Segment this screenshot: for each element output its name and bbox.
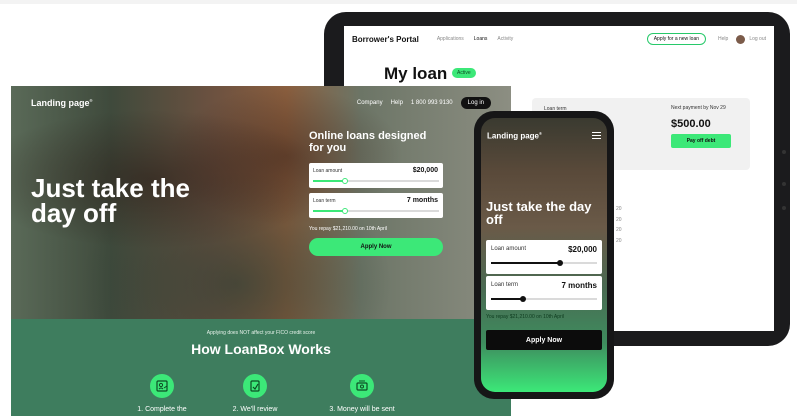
- repay-text: You repay $21,210.00 on 10th April: [486, 314, 564, 320]
- phone-loan-term-field[interactable]: Loan term 7 months: [486, 276, 602, 310]
- logout-link[interactable]: Log out: [749, 36, 766, 42]
- top-strip: [0, 0, 797, 4]
- landing-page: Landing page® Company Help 1 800 993 913…: [11, 86, 511, 416]
- nav-help[interactable]: Help: [718, 36, 728, 42]
- slider-fill: [313, 180, 345, 182]
- loan-term-slider[interactable]: [313, 208, 439, 214]
- loan-term-value: 7 months: [561, 281, 597, 290]
- phone-screen: Landing page® Just take the day off Loan…: [481, 118, 607, 392]
- loan-term-label: Loan term: [491, 282, 519, 288]
- loan-amount-label: Loan amount: [491, 246, 527, 252]
- partial-value: 20: [616, 227, 622, 233]
- loan-amount-slider[interactable]: [313, 178, 439, 184]
- slider-handle[interactable]: [519, 296, 526, 302]
- landing-logo-text: Landing page: [31, 98, 90, 108]
- fico-note: Applying does NOT affect your FICO credi…: [206, 330, 316, 336]
- how-it-works-title: How LoanBox Works: [191, 341, 331, 357]
- partial-value: 20: [616, 237, 622, 244]
- portal-logo[interactable]: Borrower's Portal: [352, 35, 419, 44]
- portal-nav: Borrower's Portal Applications Loans Act…: [344, 26, 774, 52]
- how-it-works-section: Applying does NOT affect your FICO credi…: [11, 319, 511, 416]
- review-icon: [243, 374, 267, 398]
- nav-applications[interactable]: Applications: [437, 36, 464, 42]
- phone-loan-amount-field[interactable]: Loan amount $20,000: [486, 240, 602, 274]
- apply-now-button[interactable]: Apply Now: [486, 330, 602, 350]
- marketing-mockup: Borrower's Portal Applications Loans Act…: [0, 0, 797, 416]
- registered-mark: ®: [89, 98, 93, 103]
- loan-term-slider[interactable]: [491, 296, 597, 302]
- login-button[interactable]: Log in: [460, 97, 491, 109]
- registered-mark: ®: [539, 130, 542, 136]
- loan-amount-slider[interactable]: [491, 260, 597, 266]
- step-3-label: 3. Money will be sent: [329, 406, 395, 413]
- application-icon: [150, 374, 174, 398]
- next-payment-amount: $500.00: [671, 118, 711, 130]
- phone-logo[interactable]: Landing page®: [487, 131, 542, 141]
- slider-fill: [491, 262, 560, 264]
- slider-fill: [313, 210, 345, 212]
- loan-term-value: 7 months: [406, 197, 438, 204]
- loan-term-label: Loan term: [313, 198, 336, 204]
- loan-amount-field[interactable]: Loan amount $20,000: [309, 163, 443, 188]
- loan-amount-value: $20,000: [412, 167, 438, 174]
- repay-text: You repay $21,210.00 on 10th April: [309, 226, 387, 232]
- partial-values: 20 20 20 20: [616, 204, 622, 246]
- loan-amount-value: $20,000: [568, 245, 597, 254]
- hero-headline: Just take the day off: [31, 173, 190, 228]
- partial-value: 20: [616, 206, 622, 212]
- money-sent-icon: [350, 374, 374, 398]
- step-1-label: 1. Complete the: [137, 406, 187, 413]
- phone-headline: Just take the day off: [486, 199, 592, 227]
- slider-fill: [491, 298, 523, 300]
- tablet-sensor: [782, 182, 786, 186]
- apply-now-button[interactable]: Apply Now: [309, 238, 443, 256]
- loan-term-field[interactable]: Loan term 7 months: [309, 193, 443, 218]
- loan-amount-label: Loan amount: [313, 168, 343, 174]
- hamburger-menu-icon[interactable]: [592, 130, 601, 141]
- nav-loans[interactable]: Loans: [474, 36, 488, 42]
- slider-handle[interactable]: [341, 208, 348, 214]
- status-badge: Active: [452, 68, 476, 78]
- tablet-camera: [782, 150, 786, 154]
- phone-nav: Landing page®: [487, 130, 601, 141]
- landing-logo[interactable]: Landing page®: [31, 98, 92, 108]
- avatar[interactable]: [736, 34, 746, 44]
- next-payment-label: Next payment by Nov 29: [671, 105, 726, 111]
- pay-off-debt-button[interactable]: Pay off debt: [671, 134, 731, 148]
- step-2-label: 2. We'll review: [232, 406, 278, 413]
- form-title: Online loans designed for you: [309, 130, 427, 154]
- nav-help[interactable]: Help: [391, 100, 403, 106]
- page-title: My loan: [384, 64, 448, 83]
- apply-new-loan-button[interactable]: Apply for a new loan: [646, 33, 707, 45]
- phone-logo-text: Landing page: [487, 131, 539, 141]
- slider-handle[interactable]: [556, 260, 563, 266]
- nav-phone[interactable]: 1 800 993 9130: [411, 100, 453, 106]
- nav-company[interactable]: Company: [357, 100, 383, 106]
- slider-handle[interactable]: [341, 178, 348, 184]
- nav-activity[interactable]: Activity: [497, 36, 513, 42]
- tablet-sensor-2: [782, 206, 786, 210]
- partial-value: 20: [616, 216, 622, 223]
- landing-nav: Landing page® Company Help 1 800 993 913…: [11, 86, 511, 120]
